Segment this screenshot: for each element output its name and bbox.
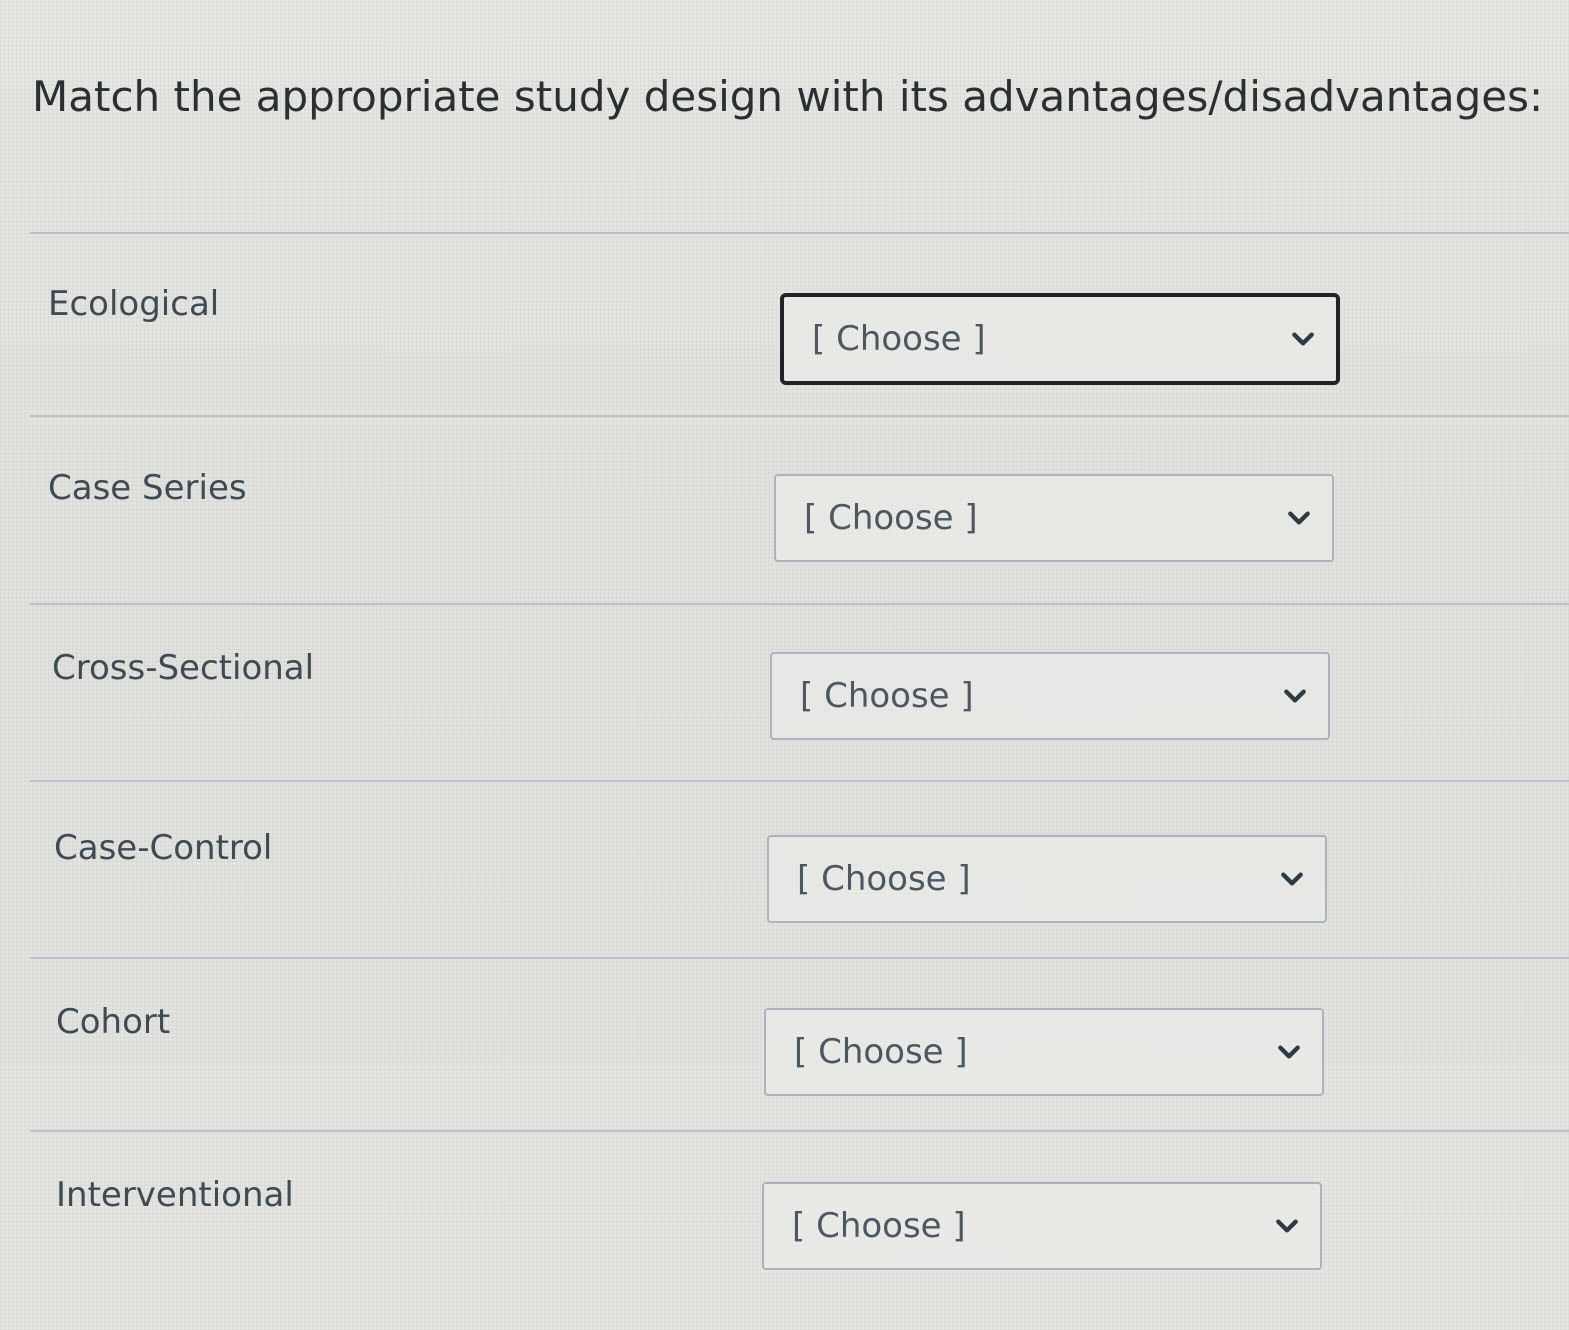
divider [30, 415, 1569, 417]
match-select-interventional[interactable]: [ Choose ] [762, 1182, 1322, 1270]
chevron-down-icon [1278, 1045, 1300, 1059]
select-value: [ Choose ] [794, 1032, 968, 1072]
row-label-interventional: Interventional [56, 1175, 294, 1215]
match-select-case-series[interactable]: [ Choose ] [774, 474, 1334, 562]
select-value: [ Choose ] [804, 498, 978, 538]
row-label-cross-sectional: Cross-Sectional [52, 648, 315, 688]
chevron-down-icon [1292, 332, 1314, 346]
chevron-down-icon [1276, 1219, 1298, 1233]
match-select-cohort[interactable]: [ Choose ] [764, 1008, 1324, 1096]
row-label-case-series: Case Series [48, 468, 247, 508]
screen: Match the appropriate study design with … [0, 0, 1569, 1330]
question-prompt: Match the appropriate study design with … [32, 72, 1544, 121]
divider [30, 957, 1569, 959]
chevron-down-icon [1281, 872, 1303, 886]
row-label-cohort: Cohort [56, 1002, 171, 1042]
row-label-ecological: Ecological [48, 284, 220, 324]
row-label-case-control: Case-Control [54, 828, 273, 868]
select-value: [ Choose ] [792, 1206, 966, 1246]
divider [30, 780, 1569, 782]
divider [30, 232, 1569, 234]
select-value: [ Choose ] [812, 319, 986, 359]
chevron-down-icon [1288, 511, 1310, 525]
divider [30, 1130, 1569, 1132]
chevron-down-icon [1284, 689, 1306, 703]
select-value: [ Choose ] [800, 676, 974, 716]
match-select-cross-sectional[interactable]: [ Choose ] [770, 652, 1330, 740]
divider [30, 603, 1569, 605]
select-value: [ Choose ] [797, 859, 971, 899]
match-select-case-control[interactable]: [ Choose ] [767, 835, 1327, 923]
match-select-ecological[interactable]: [ Choose ] [780, 293, 1340, 385]
